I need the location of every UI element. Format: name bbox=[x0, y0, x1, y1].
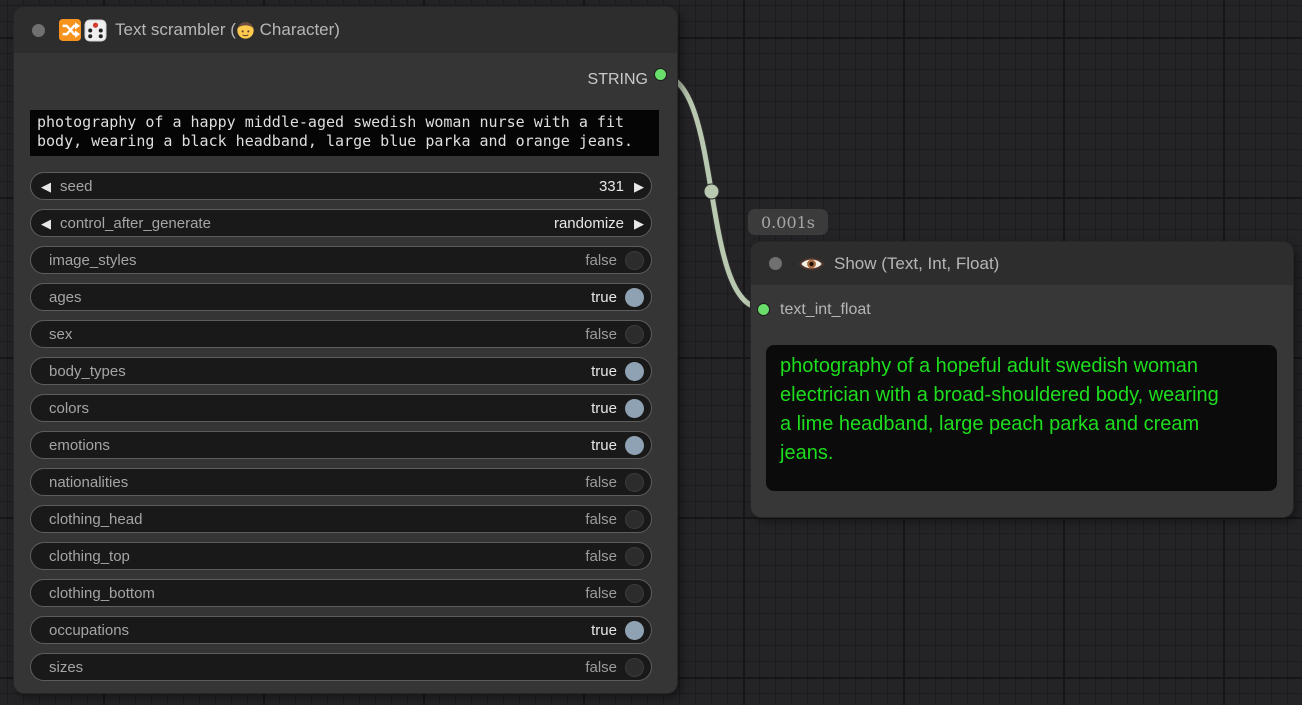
collapse-dot[interactable] bbox=[769, 257, 782, 270]
increment-arrow-icon[interactable]: ▶ bbox=[634, 217, 644, 230]
toggle-knob[interactable] bbox=[625, 547, 644, 566]
node-title-suffix: Character) bbox=[255, 20, 340, 40]
widget-image_styles[interactable]: ◀ image_styles false ▶ bbox=[30, 246, 652, 274]
widget-label: sizes bbox=[49, 659, 83, 676]
widget-value: true bbox=[591, 363, 617, 380]
widget-label: body_types bbox=[49, 363, 126, 380]
node-title-prefix: Text scrambler ( bbox=[115, 20, 236, 40]
widget-list: ◀ seed 331 ▶ ◀ control_after_generate ra… bbox=[30, 172, 652, 690]
execution-time-badge: 0.001s bbox=[748, 209, 828, 235]
text-int-float-input-slot[interactable] bbox=[758, 304, 769, 315]
widget-label: emotions bbox=[49, 437, 110, 454]
decrement-arrow-icon[interactable]: ◀ bbox=[41, 217, 51, 230]
show-node-titlebar[interactable]: Show (Text, Int, Float) bbox=[751, 242, 1293, 285]
toggle-knob[interactable] bbox=[625, 510, 644, 529]
text-scrambler-titlebar[interactable]: Text scrambler ( Character) bbox=[14, 7, 677, 53]
person-icon bbox=[236, 21, 255, 40]
widget-label: image_styles bbox=[49, 252, 137, 269]
widget-emotions[interactable]: ◀ emotions true ▶ bbox=[30, 431, 652, 459]
widget-ages[interactable]: ◀ ages true ▶ bbox=[30, 283, 652, 311]
text-scrambler-node[interactable]: Text scrambler ( Character) STRING photo… bbox=[14, 7, 677, 693]
decrement-arrow-icon[interactable]: ◀ bbox=[41, 180, 51, 193]
increment-arrow-icon[interactable]: ▶ bbox=[634, 180, 644, 193]
prompt-textarea[interactable]: photography of a happy middle-aged swedi… bbox=[30, 110, 659, 156]
string-output-slot[interactable] bbox=[655, 69, 666, 80]
widget-value: true bbox=[591, 400, 617, 417]
widget-value: 331 bbox=[599, 178, 624, 195]
widget-value: false bbox=[585, 511, 617, 528]
widget-value: false bbox=[585, 548, 617, 565]
result-display[interactable]: photography of a hopeful adult swedish w… bbox=[766, 345, 1277, 491]
toggle-knob[interactable] bbox=[625, 473, 644, 492]
result-text: photography of a hopeful adult swedish w… bbox=[780, 352, 1228, 468]
widget-value: false bbox=[585, 585, 617, 602]
widget-value: true bbox=[591, 437, 617, 454]
widget-value: true bbox=[591, 289, 617, 306]
widget-label: seed bbox=[60, 178, 93, 195]
toggle-knob[interactable] bbox=[625, 325, 644, 344]
show-text-node[interactable]: Show (Text, Int, Float) text_int_float p… bbox=[751, 242, 1293, 517]
toggle-knob[interactable] bbox=[625, 251, 644, 270]
widget-control_after_generate[interactable]: ◀ control_after_generate randomize ▶ bbox=[30, 209, 652, 237]
widget-value: false bbox=[585, 326, 617, 343]
widget-label: occupations bbox=[49, 622, 129, 639]
widget-occupations[interactable]: ◀ occupations true ▶ bbox=[30, 616, 652, 644]
widget-clothing_top[interactable]: ◀ clothing_top false ▶ bbox=[30, 542, 652, 570]
widget-colors[interactable]: ◀ colors true ▶ bbox=[30, 394, 652, 422]
widget-nationalities[interactable]: ◀ nationalities false ▶ bbox=[30, 468, 652, 496]
widget-clothing_head[interactable]: ◀ clothing_head false ▶ bbox=[30, 505, 652, 533]
widget-label: colors bbox=[49, 400, 89, 417]
toggle-knob[interactable] bbox=[625, 584, 644, 603]
widget-sizes[interactable]: ◀ sizes false ▶ bbox=[30, 653, 652, 681]
widget-value: false bbox=[585, 659, 617, 676]
toggle-knob[interactable] bbox=[625, 436, 644, 455]
eye-icon bbox=[798, 255, 825, 273]
widget-label: clothing_bottom bbox=[49, 585, 155, 602]
input-slot-label: text_int_float bbox=[780, 301, 871, 319]
widget-clothing_bottom[interactable]: ◀ clothing_bottom false ▶ bbox=[30, 579, 652, 607]
toggle-knob[interactable] bbox=[625, 362, 644, 381]
toggle-knob[interactable] bbox=[625, 399, 644, 418]
widget-sex[interactable]: ◀ sex false ▶ bbox=[30, 320, 652, 348]
toggle-knob[interactable] bbox=[625, 288, 644, 307]
widget-label: control_after_generate bbox=[60, 215, 211, 232]
widget-value: randomize bbox=[554, 215, 624, 232]
widget-value: true bbox=[591, 622, 617, 639]
widget-label: clothing_head bbox=[49, 511, 142, 528]
die-icon bbox=[84, 19, 107, 42]
toggle-knob[interactable] bbox=[625, 621, 644, 640]
widget-label: clothing_top bbox=[49, 548, 130, 565]
widget-body_types[interactable]: ◀ body_types true ▶ bbox=[30, 357, 652, 385]
output-slot-label: STRING bbox=[588, 71, 648, 89]
widget-value: false bbox=[585, 474, 617, 491]
toggle-knob[interactable] bbox=[625, 658, 644, 677]
widget-label: ages bbox=[49, 289, 82, 306]
widget-label: nationalities bbox=[49, 474, 128, 491]
collapse-dot[interactable] bbox=[32, 24, 45, 37]
node-title: Show (Text, Int, Float) bbox=[834, 254, 999, 274]
widget-label: sex bbox=[49, 326, 72, 343]
widget-seed[interactable]: ◀ seed 331 ▶ bbox=[30, 172, 652, 200]
shuffle-icon bbox=[59, 19, 81, 41]
link-midpoint-dot[interactable] bbox=[704, 184, 719, 199]
widget-value: false bbox=[585, 252, 617, 269]
